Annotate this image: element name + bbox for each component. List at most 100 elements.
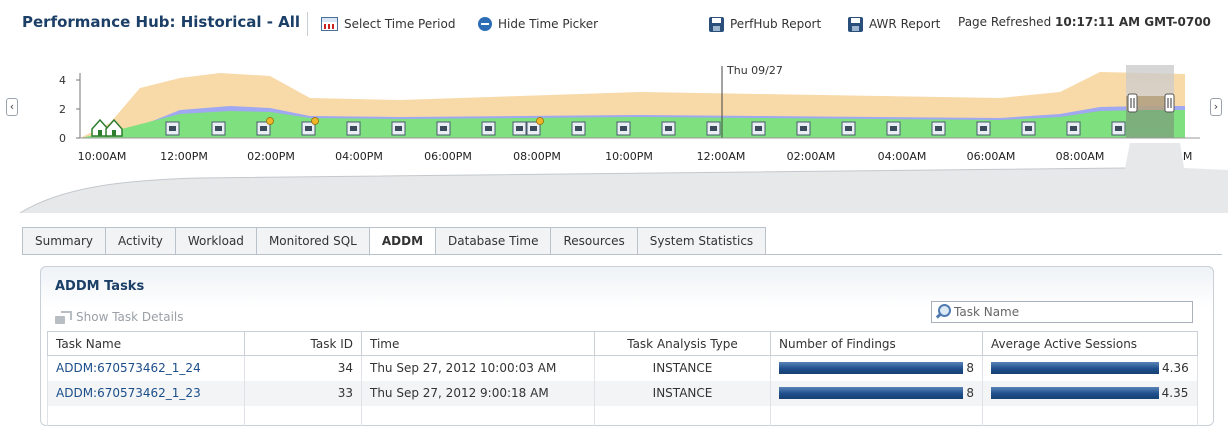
selection-overlay <box>1126 110 1174 138</box>
snapshot-icon[interactable] <box>976 121 991 136</box>
activity-timeline-chart[interactable]: 4 2 0 Thu 09/27 10:00AM 12:00PM 02:00PM … <box>0 48 1228 213</box>
tab-system-statistics[interactable]: System Statistics <box>636 227 767 255</box>
snapshot-icon[interactable] <box>211 121 226 136</box>
day-marker-label: Thu 09/27 <box>726 64 783 77</box>
page-header: Performance Hub: Historical - All Select… <box>0 0 1228 48</box>
task-name-cell: ADDM:670573462_1_23 <box>47 380 245 406</box>
task-name-link[interactable]: ADDM:670573462_1_23 <box>56 386 201 400</box>
snapshot-icon[interactable] <box>436 121 451 136</box>
empty-cell <box>594 405 771 426</box>
empty-cell <box>770 405 983 426</box>
snapshot-icon[interactable] <box>165 121 180 136</box>
x-tick-label: 12:00AM <box>697 150 746 163</box>
select-time-period-label: Select Time Period <box>344 17 456 31</box>
hide-icon <box>478 17 492 31</box>
findings-value: 8 <box>966 386 974 400</box>
page-refreshed-time: 10:17:11 AM GMT-0700 <box>1055 15 1211 29</box>
x-tick-label: 08:00PM <box>513 150 561 163</box>
time-picker: ‹ › 4 2 0 Thu 09/27 10:00AM 12:00PM 02:0… <box>0 48 1228 213</box>
aas-value: 4.35 <box>1161 386 1189 400</box>
snapshot-icon[interactable] <box>1021 121 1036 136</box>
column-header-task-id[interactable]: Task ID <box>244 331 362 356</box>
snapshot-icon[interactable] <box>1066 121 1081 136</box>
tab-bar-baseline <box>22 254 1222 255</box>
x-tick-label: 04:00PM <box>335 150 383 163</box>
snapshot-icon[interactable] <box>1111 121 1126 136</box>
snapshot-icon[interactable] <box>391 121 406 136</box>
snapshot-icon[interactable] <box>512 121 527 136</box>
tab-monitored-sql[interactable]: Monitored SQL <box>255 227 369 255</box>
selection-handle-left[interactable] <box>1127 93 1138 113</box>
awr-report-label: AWR Report <box>869 17 941 31</box>
calendar-icon <box>321 17 338 31</box>
save-report-icon <box>848 16 863 32</box>
awr-report-button[interactable]: AWR Report <box>848 14 940 34</box>
snapshot-icon[interactable] <box>796 121 811 136</box>
tab-summary[interactable]: Summary <box>22 227 105 255</box>
table-row[interactable]: ADDM:670573462_1_23 33 Thu Sep 27, 2012 … <box>47 380 1198 406</box>
task-name-search[interactable] <box>931 301 1193 323</box>
column-header-average-active-sessions[interactable]: Average Active Sessions <box>982 331 1198 356</box>
header-divider <box>307 12 308 36</box>
hide-time-picker-label: Hide Time Picker <box>498 17 599 31</box>
table-header-row: Task Name Task ID Time Task Analysis Typ… <box>47 331 1198 356</box>
tab-resources[interactable]: Resources <box>550 227 637 255</box>
aas-bar <box>991 387 1159 399</box>
search-icon[interactable] <box>932 302 954 322</box>
y-tick-label: 2 <box>59 103 66 116</box>
task-name-search-input[interactable] <box>954 305 1184 319</box>
task-id-cell: 34 <box>244 355 362 381</box>
selection-handle-right[interactable] <box>1164 93 1175 113</box>
snapshot-icon[interactable] <box>931 121 946 136</box>
y-tick-label: 0 <box>59 132 66 145</box>
perfhub-report-label: PerfHub Report <box>730 17 822 31</box>
x-tick-label: 06:00AM <box>967 150 1016 163</box>
snapshot-icon[interactable] <box>661 121 676 136</box>
show-details-icon <box>55 310 72 324</box>
y-tick-label: 4 <box>59 74 66 87</box>
x-tick-label: 02:00PM <box>247 150 295 163</box>
analysis-type-cell: INSTANCE <box>594 380 771 406</box>
show-task-details-button[interactable]: Show Task Details <box>55 310 184 324</box>
table-row[interactable]: ADDM:670573462_1_24 34 Thu Sep 27, 2012 … <box>47 355 1198 381</box>
x-tick-label: 10:00AM <box>78 150 127 163</box>
findings-cell: 8 <box>770 380 983 406</box>
addm-tasks-panel: ADDM Tasks Show Task Details Task Name T… <box>40 266 1214 426</box>
column-header-task-analysis-type[interactable]: Task Analysis Type <box>594 331 771 356</box>
page-refreshed-label: Page Refreshed <box>958 15 1052 29</box>
column-header-task-name[interactable]: Task Name <box>47 331 245 356</box>
snapshot-icon[interactable] <box>616 121 631 136</box>
show-task-details-label: Show Task Details <box>76 310 184 324</box>
snapshot-icon[interactable] <box>706 121 721 136</box>
aas-cell: 4.35 <box>982 380 1198 406</box>
tab-activity[interactable]: Activity <box>105 227 175 255</box>
findings-bar <box>779 387 964 399</box>
empty-cell <box>244 405 362 426</box>
tab-workload[interactable]: Workload <box>174 227 256 255</box>
perfhub-report-button[interactable]: PerfHub Report <box>709 14 821 34</box>
task-name-link[interactable]: ADDM:670573462_1_24 <box>56 361 201 375</box>
empty-cell <box>47 405 245 426</box>
snapshot-icon[interactable] <box>571 121 586 136</box>
hide-time-picker-button[interactable]: Hide Time Picker <box>478 14 598 34</box>
column-header-time[interactable]: Time <box>361 331 595 356</box>
x-tick-label: 02:00AM <box>787 150 836 163</box>
aas-value: 4.36 <box>1162 361 1189 376</box>
panel-title: ADDM Tasks <box>55 279 145 294</box>
x-tick-label: 04:00AM <box>878 150 927 163</box>
tab-addm[interactable]: ADDM <box>368 227 436 256</box>
tab-bar: Summary Activity Workload Monitored SQL … <box>22 227 767 256</box>
snapshot-icon[interactable] <box>751 121 766 136</box>
empty-cell <box>982 405 1198 426</box>
snapshot-icon[interactable] <box>886 121 901 136</box>
snapshot-icon[interactable] <box>841 121 856 136</box>
snapshot-icon[interactable] <box>481 121 496 136</box>
tab-database-time[interactable]: Database Time <box>435 227 551 255</box>
column-header-number-of-findings[interactable]: Number of Findings <box>770 331 983 356</box>
time-cell: Thu Sep 27, 2012 10:00:03 AM <box>361 355 595 381</box>
findings-bar <box>779 362 964 375</box>
findings-cell: 8 <box>770 355 983 381</box>
snapshot-icon[interactable] <box>346 121 361 136</box>
addm-tasks-table: Task Name Task ID Time Task Analysis Typ… <box>47 331 1198 426</box>
select-time-period-button[interactable]: Select Time Period <box>321 14 455 34</box>
